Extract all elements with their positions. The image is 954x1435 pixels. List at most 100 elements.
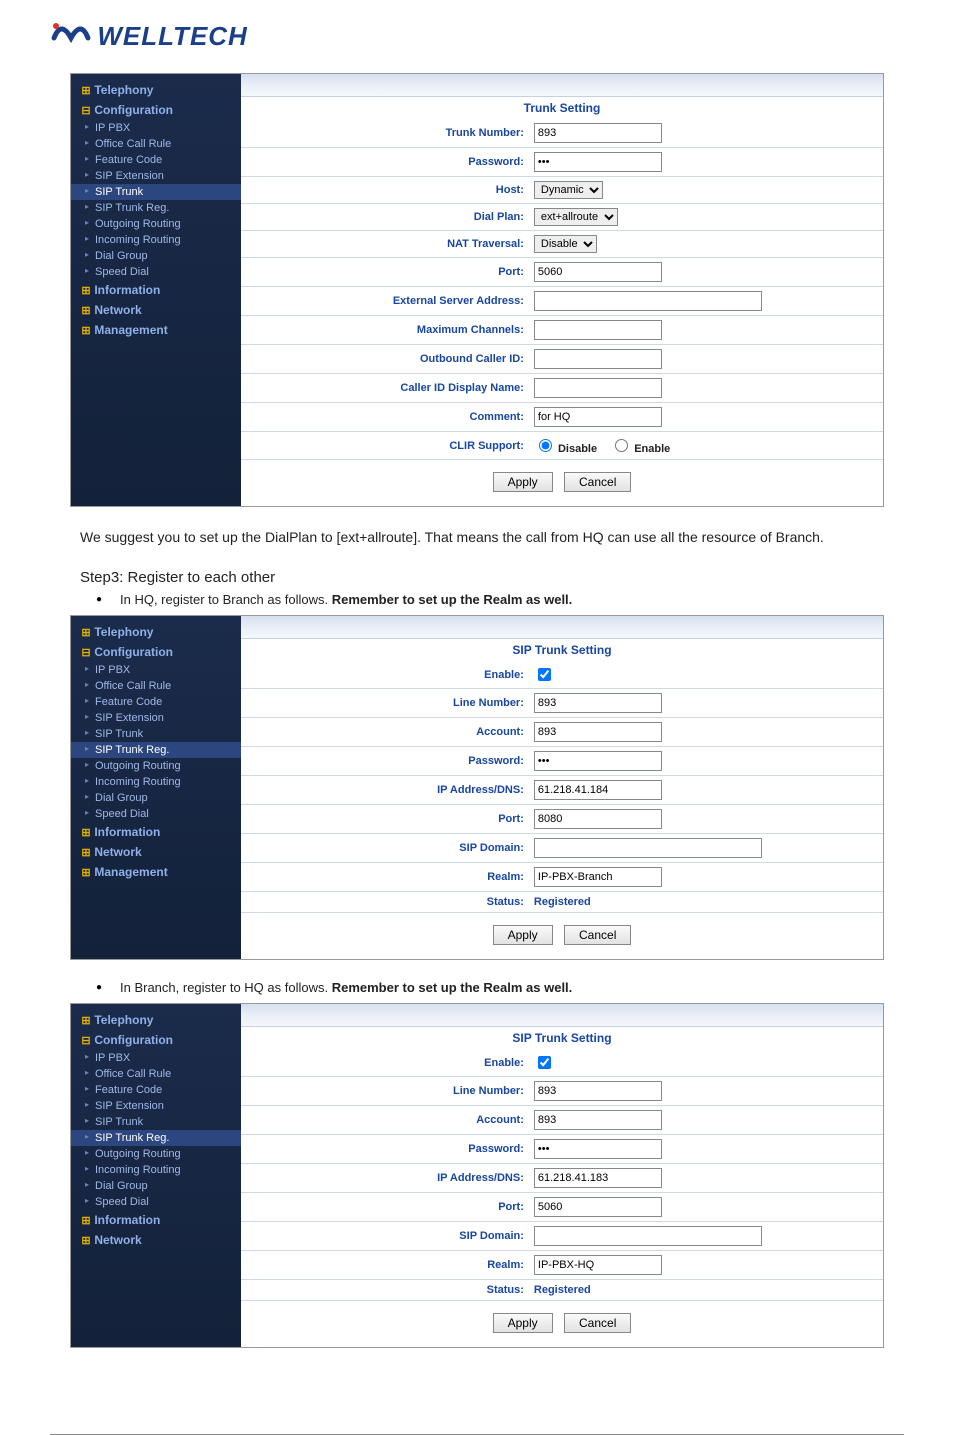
cancel-button[interactable]: Cancel <box>564 1313 631 1333</box>
sidebar-item-sip-extension[interactable]: SIP Extension <box>71 710 241 726</box>
minus-icon: ⊟ <box>81 646 91 659</box>
sidebar-item-sip-extension[interactable]: SIP Extension <box>71 1098 241 1114</box>
sidebar-item-outgoing-routing[interactable]: Outgoing Routing <box>71 1146 241 1162</box>
sidebar-item-feature-code[interactable]: Feature Code <box>71 694 241 710</box>
bullet-hq: In HQ, register to Branch as follows. Re… <box>120 592 874 607</box>
sidebar-item-office-call-rule[interactable]: Office Call Rule <box>71 136 241 152</box>
sidebar-item-management[interactable]: ⊞ Management <box>71 320 241 340</box>
sidebar-item-incoming-routing[interactable]: Incoming Routing <box>71 232 241 248</box>
apply-button[interactable]: Apply <box>493 1313 553 1333</box>
sidebar-item-dial-group[interactable]: Dial Group <box>71 248 241 264</box>
sidebar-item-network[interactable]: ⊞ Network <box>71 300 241 320</box>
sidebar-item-information[interactable]: ⊞ Information <box>71 1210 241 1230</box>
label-clir-support: CLIR Support: <box>241 432 530 460</box>
maximum-channels-input[interactable] <box>534 320 662 340</box>
outbound-caller-id-input[interactable] <box>534 349 662 369</box>
sidebar-item-sip-trunk-reg[interactable]: SIP Trunk Reg. <box>71 1130 241 1146</box>
content-sip-trunk-hq: SIP Trunk Setting Enable: Line Number: A… <box>241 616 883 959</box>
sidebar-item-office-call-rule[interactable]: Office Call Rule <box>71 678 241 694</box>
enable-checkbox[interactable] <box>538 1056 551 1069</box>
trunk-number-input[interactable] <box>534 123 662 143</box>
port-input[interactable] <box>534 262 662 282</box>
plus-icon: ⊞ <box>81 324 91 337</box>
sidebar-item-sip-trunk-reg[interactable]: SIP Trunk Reg. <box>71 200 241 216</box>
external-server-address-input[interactable] <box>534 291 762 311</box>
sidebar-item-telephony[interactable]: ⊞ Telephony <box>71 1010 241 1030</box>
sidebar-item-configuration[interactable]: ⊟ Configuration <box>71 100 241 120</box>
label-account: Account: <box>241 1106 530 1135</box>
sidebar-item-sip-trunk[interactable]: SIP Trunk <box>71 1114 241 1130</box>
label-port: Port: <box>241 1193 530 1222</box>
plus-icon: ⊞ <box>81 304 91 317</box>
password-input[interactable] <box>534 152 662 172</box>
label-realm: Realm: <box>241 1251 530 1280</box>
sidebar-item-outgoing-routing[interactable]: Outgoing Routing <box>71 216 241 232</box>
nat-traversal-select[interactable]: Disable <box>534 235 597 253</box>
sidebar-item-information[interactable]: ⊞ Information <box>71 280 241 300</box>
sidebar-item-configuration[interactable]: ⊟ Configuration <box>71 1030 241 1050</box>
form-trunk-setting: Trunk Number: Password: Host: Dynamic Di… <box>241 119 883 460</box>
radio-icon[interactable] <box>539 439 552 452</box>
enable-checkbox[interactable] <box>538 668 551 681</box>
sidebar-item-ip-pbx[interactable]: IP PBX <box>71 120 241 136</box>
ip-address-dns-input[interactable] <box>534 1168 662 1188</box>
plus-icon: ⊞ <box>81 284 91 297</box>
sidebar-item-telephony[interactable]: ⊞ Telephony <box>71 622 241 642</box>
realm-input[interactable] <box>534 1255 662 1275</box>
sidebar-item-speed-dial[interactable]: Speed Dial <box>71 1194 241 1210</box>
password-input[interactable] <box>534 1139 662 1159</box>
ip-address-dns-input[interactable] <box>534 780 662 800</box>
sip-domain-input[interactable] <box>534 838 762 858</box>
sidebar-item-sip-trunk[interactable]: SIP Trunk <box>71 184 241 200</box>
comment-input[interactable] <box>534 407 662 427</box>
account-input[interactable] <box>534 722 662 742</box>
header-gradient <box>241 616 883 639</box>
sidebar-item-telephony[interactable]: ⊞ Telephony <box>71 80 241 100</box>
panel-sip-trunk-hq: ⊞ Telephony ⊟ Configuration IP PBX Offic… <box>70 615 884 960</box>
host-select[interactable]: Dynamic <box>534 181 603 199</box>
label-maximum-channels: Maximum Channels: <box>241 316 530 345</box>
sidebar-item-dial-group[interactable]: Dial Group <box>71 1178 241 1194</box>
clir-support-group: Disable Enable <box>530 432 883 460</box>
line-number-input[interactable] <box>534 1081 662 1101</box>
apply-button[interactable]: Apply <box>493 925 553 945</box>
sidebar-item-feature-code[interactable]: Feature Code <box>71 1082 241 1098</box>
sidebar-item-information[interactable]: ⊞ Information <box>71 822 241 842</box>
sidebar-item-management[interactable]: ⊞ Management <box>71 862 241 882</box>
dial-plan-select[interactable]: ext+allroute <box>534 208 618 226</box>
sidebar-item-configuration[interactable]: ⊟ Configuration <box>71 642 241 662</box>
label-status: Status: <box>241 1280 530 1301</box>
clir-disable-radio[interactable]: Disable <box>534 443 597 455</box>
section-title: SIP Trunk Setting <box>241 639 883 661</box>
port-input[interactable] <box>534 809 662 829</box>
minus-icon: ⊟ <box>81 1034 91 1047</box>
apply-button[interactable]: Apply <box>493 472 553 492</box>
sidebar-item-sip-trunk[interactable]: SIP Trunk <box>71 726 241 742</box>
cancel-button[interactable]: Cancel <box>564 925 631 945</box>
sidebar-item-incoming-routing[interactable]: Incoming Routing <box>71 774 241 790</box>
radio-icon[interactable] <box>615 439 628 452</box>
sidebar-item-speed-dial[interactable]: Speed Dial <box>71 806 241 822</box>
sidebar-item-incoming-routing[interactable]: Incoming Routing <box>71 1162 241 1178</box>
caller-id-display-name-input[interactable] <box>534 378 662 398</box>
line-number-input[interactable] <box>534 693 662 713</box>
cancel-button[interactable]: Cancel <box>564 472 631 492</box>
sip-domain-input[interactable] <box>534 1226 762 1246</box>
sidebar-item-network[interactable]: ⊞ Network <box>71 842 241 862</box>
sidebar-item-ip-pbx[interactable]: IP PBX <box>71 662 241 678</box>
sidebar-item-network[interactable]: ⊞ Network <box>71 1230 241 1250</box>
sidebar-item-ip-pbx[interactable]: IP PBX <box>71 1050 241 1066</box>
sidebar-item-speed-dial[interactable]: Speed Dial <box>71 264 241 280</box>
port-input[interactable] <box>534 1197 662 1217</box>
account-input[interactable] <box>534 1110 662 1130</box>
password-input[interactable] <box>534 751 662 771</box>
sidebar-item-dial-group[interactable]: Dial Group <box>71 790 241 806</box>
clir-enable-radio[interactable]: Enable <box>610 443 670 455</box>
sidebar-item-sip-extension[interactable]: SIP Extension <box>71 168 241 184</box>
sidebar-item-feature-code[interactable]: Feature Code <box>71 152 241 168</box>
sidebar-item-office-call-rule[interactable]: Office Call Rule <box>71 1066 241 1082</box>
realm-input[interactable] <box>534 867 662 887</box>
sidebar-item-outgoing-routing[interactable]: Outgoing Routing <box>71 758 241 774</box>
sidebar-item-sip-trunk-reg[interactable]: SIP Trunk Reg. <box>71 742 241 758</box>
step3-heading: Step3: Register to each other <box>80 569 874 586</box>
